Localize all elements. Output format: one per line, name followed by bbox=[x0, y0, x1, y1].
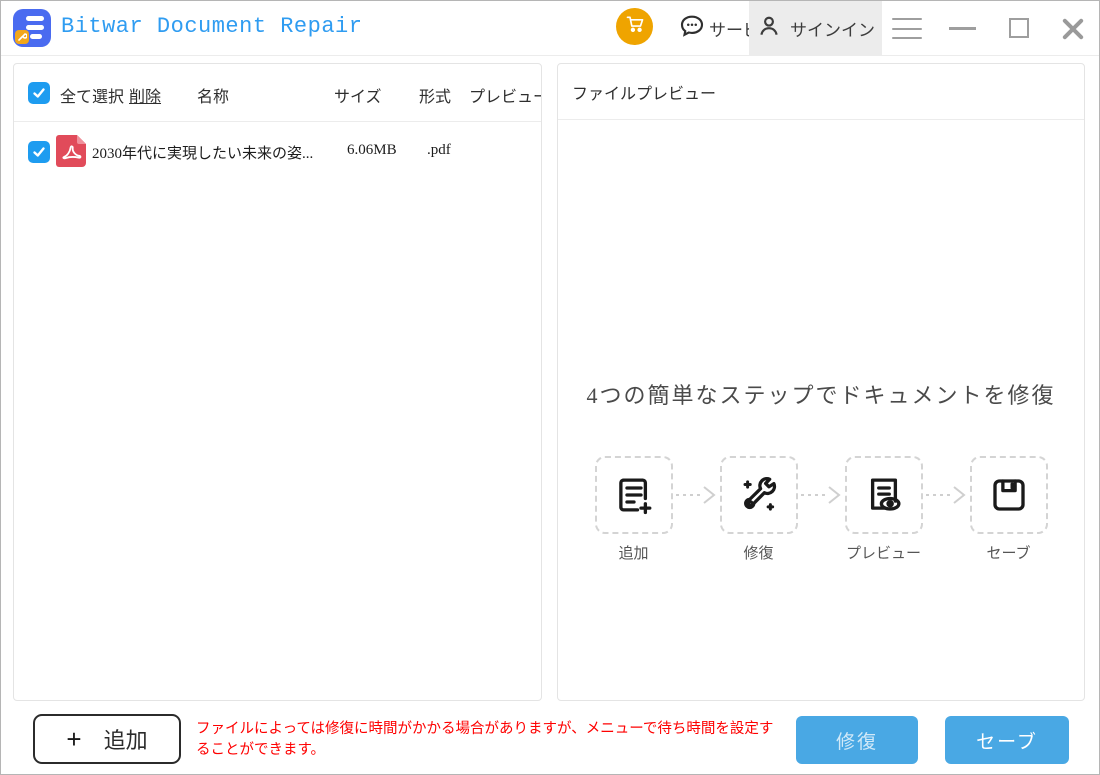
preview-panel-header: ファイルプレビュー bbox=[558, 64, 1084, 120]
add-button[interactable]: + 追加 bbox=[33, 714, 181, 764]
steps-title: 4つの簡単なステップでドキュメントを修復 bbox=[586, 383, 1056, 408]
chat-bubble-icon bbox=[677, 11, 707, 46]
menu-button[interactable] bbox=[892, 15, 922, 42]
add-document-icon bbox=[594, 456, 673, 534]
step-arrow-icon bbox=[673, 456, 720, 534]
steps-row: 追加 修復 プレビュー セーブ bbox=[558, 456, 1084, 563]
step-preview: プレビュー bbox=[844, 456, 923, 563]
cart-button[interactable] bbox=[616, 8, 653, 45]
step-repair: 修復 bbox=[719, 456, 798, 563]
cart-icon bbox=[625, 14, 645, 39]
signin-label: サインイン bbox=[790, 21, 875, 40]
bottom-bar: + 追加 ファイルによっては修復に時間がかかる場合がありますが、メニューで待ち時… bbox=[1, 701, 1099, 774]
preview-document-icon bbox=[844, 456, 923, 534]
preview-body: 4つの簡単なステップでドキュメントを修復 追加 修復 プレビュー セーブ bbox=[558, 120, 1084, 701]
delete-link[interactable]: 削除 bbox=[129, 83, 161, 107]
step-preview-label: プレビュー bbox=[845, 546, 921, 562]
file-checkbox[interactable] bbox=[28, 141, 50, 163]
column-preview: プレビュー bbox=[469, 89, 541, 106]
column-name: 名称 bbox=[197, 89, 230, 106]
step-arrow-icon bbox=[923, 456, 970, 534]
titlebar: Bitwar Document Repair サービス サインイン bbox=[1, 1, 1099, 56]
plus-icon: + bbox=[66, 724, 82, 754]
minimize-button[interactable] bbox=[949, 27, 976, 30]
preview-panel: ファイルプレビュー 4つの簡単なステップでドキュメントを修復 追加 修復 プレビ… bbox=[557, 63, 1085, 701]
step-arrow-icon bbox=[798, 456, 845, 534]
close-button[interactable] bbox=[1059, 15, 1087, 43]
file-name: 2030年代に実現したい未来の姿... bbox=[92, 146, 314, 162]
step-repair-label: 修復 bbox=[743, 546, 774, 562]
app-title: Bitwar Document Repair bbox=[61, 14, 363, 39]
select-all-label[interactable]: 全て選択 bbox=[60, 83, 124, 107]
save-disk-icon bbox=[969, 456, 1048, 534]
save-button[interactable]: セーブ bbox=[945, 716, 1069, 764]
maximize-button[interactable] bbox=[1009, 18, 1029, 38]
column-size: サイズ bbox=[334, 89, 382, 106]
select-all-checkbox[interactable] bbox=[28, 82, 50, 104]
file-size: 6.06MB bbox=[347, 142, 397, 158]
add-button-label: 追加 bbox=[103, 728, 148, 753]
signin-button[interactable]: サインイン bbox=[749, 1, 882, 56]
step-add-label: 追加 bbox=[618, 546, 649, 562]
wrench-badge-icon bbox=[15, 30, 29, 44]
step-save-label: セーブ bbox=[986, 546, 1031, 562]
app-logo-icon bbox=[13, 9, 51, 47]
file-format: .pdf bbox=[427, 142, 451, 158]
step-add: 追加 bbox=[594, 456, 673, 563]
column-format: 形式 bbox=[419, 89, 452, 106]
user-icon bbox=[756, 13, 782, 44]
repair-button[interactable]: 修復 bbox=[796, 716, 918, 764]
file-list-panel: 全て選択 削除 名称 サイズ 形式 プレビュー 2030年代に実現したい未来の姿… bbox=[13, 63, 542, 701]
app-window: Bitwar Document Repair サービス サインイン 全て選択 削… bbox=[0, 0, 1100, 775]
repair-wrench-icon bbox=[719, 456, 798, 534]
file-list-header: 全て選択 削除 名称 サイズ 形式 プレビュー bbox=[14, 64, 541, 122]
step-save: セーブ bbox=[969, 456, 1048, 563]
pdf-file-icon bbox=[56, 135, 86, 167]
file-row[interactable]: 2030年代に実現したい未来の姿... 6.06MB .pdf bbox=[14, 122, 541, 180]
repair-time-notice: ファイルによっては修復に時間がかかる場合がありますが、メニューで待ち時間を設定す… bbox=[196, 721, 774, 758]
